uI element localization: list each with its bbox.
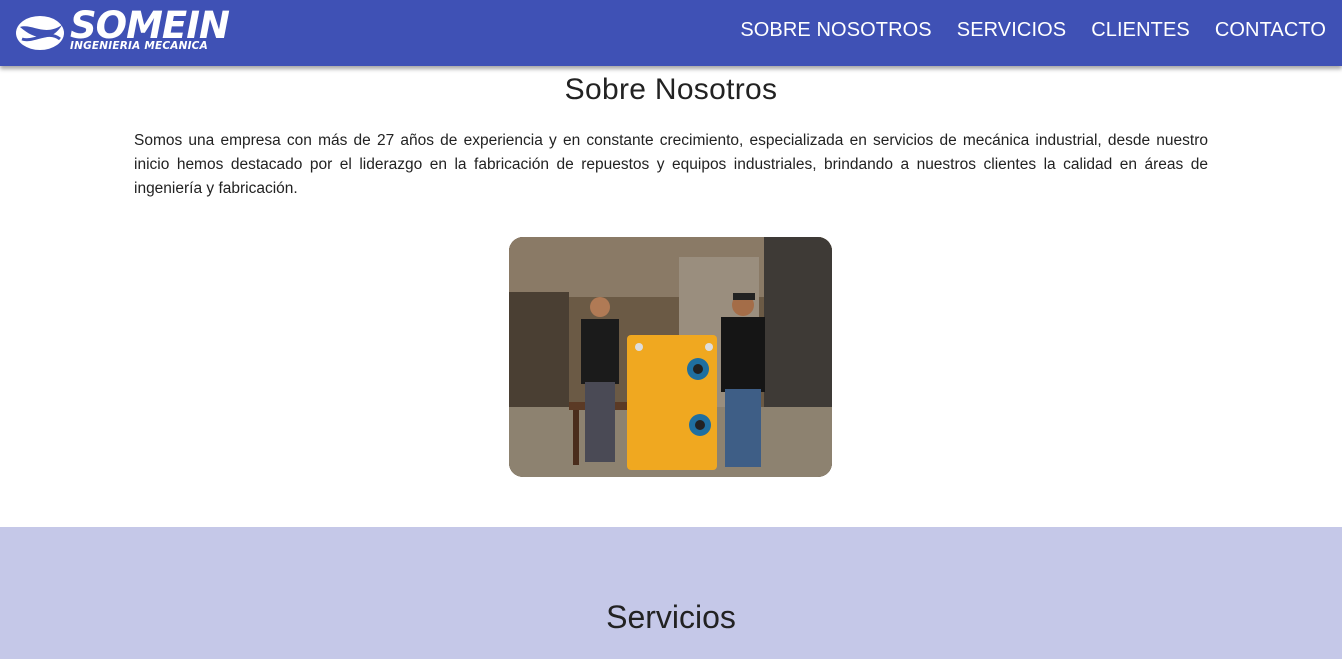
somein-swoosh-logo-icon: [16, 16, 64, 50]
about-title: Sobre Nosotros: [564, 73, 778, 106]
nav-link-contacto[interactable]: CONTACTO: [1215, 18, 1326, 42]
brand-logo[interactable]: SOMEIN INGENIERIA MECANICA: [14, 4, 230, 57]
top-navbar: SOMEIN INGENIERIA MECANICA SOBRE NOSOTRO…: [0, 0, 1342, 66]
services-title: Servicios: [606, 599, 736, 635]
nav-link-clientes[interactable]: CLIENTES: [1091, 18, 1190, 42]
nav-link-servicios[interactable]: SERVICIOS: [957, 18, 1066, 42]
nav-link-sobre-nosotros[interactable]: SOBRE NOSOTROS: [740, 18, 931, 42]
services-section: Servicios: [0, 527, 1342, 659]
brand-tagline: INGENIERIA MECANICA: [70, 40, 208, 52]
workshop-photo-image: [509, 237, 832, 477]
workshop-photo: [509, 237, 832, 477]
main-nav: SOBRE NOSOTROS SERVICIOS CLIENTES CONTAC…: [740, 18, 1326, 42]
about-description: Somos una empresa con más de 27 años de …: [134, 132, 1208, 197]
